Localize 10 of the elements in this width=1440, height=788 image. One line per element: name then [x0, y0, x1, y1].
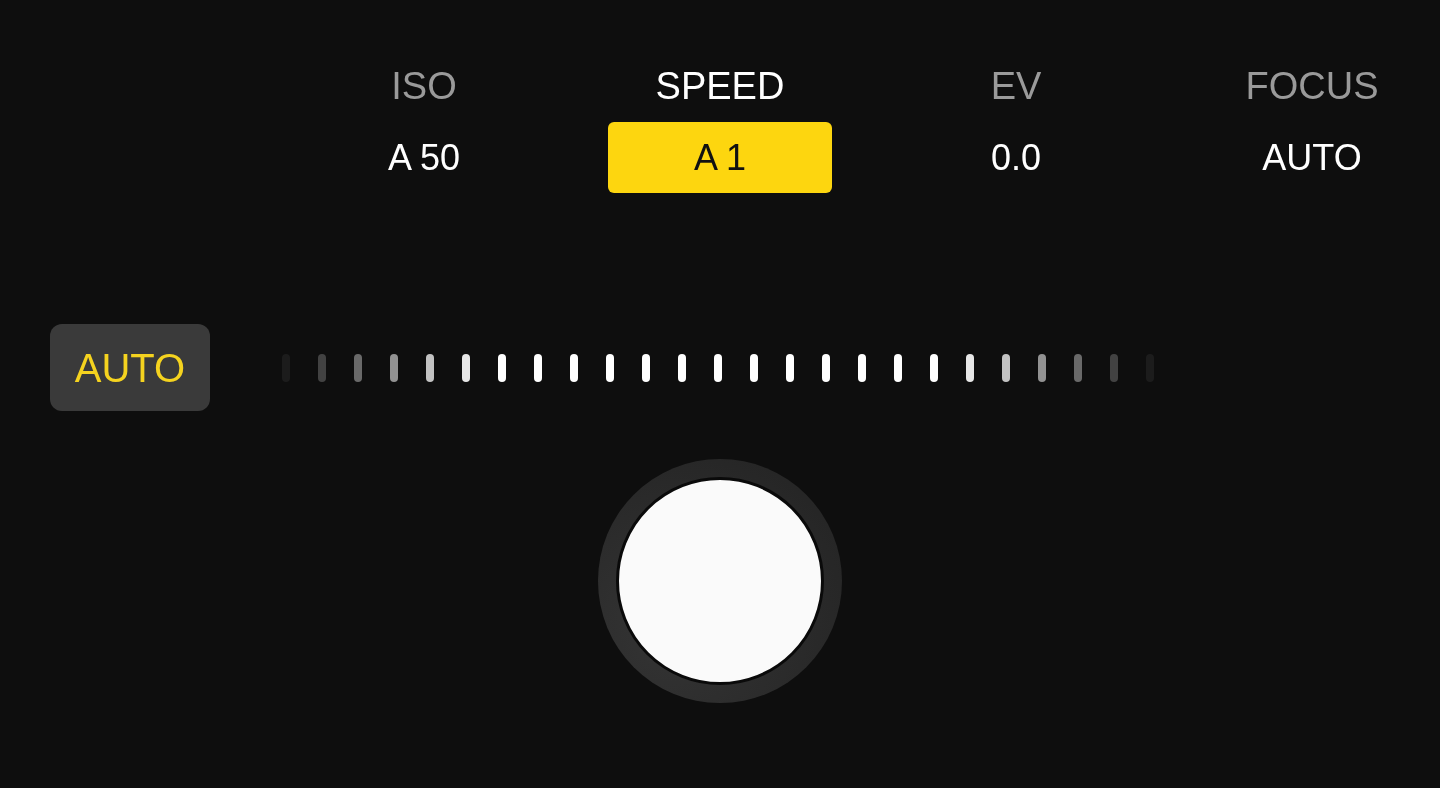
setting-value[interactable]: A 50 — [312, 122, 536, 193]
tick-dial[interactable] — [282, 353, 1154, 382]
setting-value[interactable]: A 1 — [608, 122, 832, 193]
auto-button[interactable]: AUTO — [50, 324, 210, 411]
setting-label[interactable]: SPEED — [655, 62, 785, 110]
setting-label[interactable]: ISO — [391, 62, 457, 110]
setting-label[interactable]: FOCUS — [1245, 62, 1379, 110]
setting-value[interactable]: AUTO — [1200, 122, 1424, 193]
setting-value[interactable]: 0.0 — [904, 122, 1128, 193]
setting-label[interactable]: EV — [990, 62, 1042, 110]
